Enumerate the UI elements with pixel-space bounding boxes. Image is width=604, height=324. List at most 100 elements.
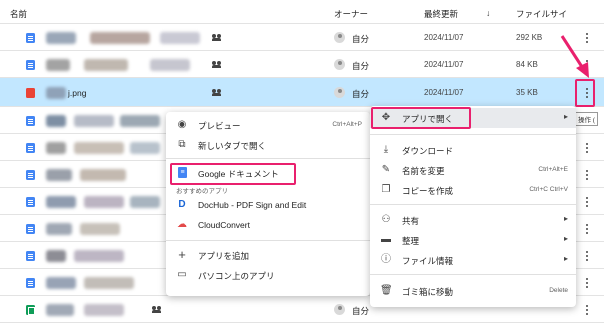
owner-text: 自分 xyxy=(352,89,370,99)
blurred-filename xyxy=(130,142,160,154)
shared-icon xyxy=(152,306,161,313)
blurred-filename xyxy=(120,115,160,127)
share-icon: ⚇ xyxy=(381,214,391,225)
chevron-right-icon: ▸ xyxy=(563,234,568,243)
blurred-filename xyxy=(46,59,70,71)
blurred-filename xyxy=(80,169,126,181)
google-docs-file-icon xyxy=(26,278,35,288)
menu-item-rename[interactable]: ✎ 名前を変更 Ctrl+Alt+E xyxy=(370,160,576,180)
more-actions-icon[interactable] xyxy=(584,169,590,181)
sort-arrow-icon[interactable]: ↓ xyxy=(486,8,490,18)
google-docs-file-icon xyxy=(26,143,35,153)
name-column-header[interactable]: 名前 xyxy=(10,8,27,20)
blurred-filename xyxy=(160,32,200,44)
dochub-icon: D xyxy=(178,199,186,210)
menu-item-computer-app[interactable]: ▭ パソコン上のアプリ xyxy=(166,265,370,285)
image-file-icon xyxy=(26,88,35,98)
menu-item-dochub[interactable]: D DocHub - PDF Sign and Edit xyxy=(166,195,370,215)
google-docs-file-icon xyxy=(26,170,35,180)
menu-divider xyxy=(370,134,576,135)
google-docs-highlight xyxy=(170,163,296,185)
menu-item-download[interactable]: ⤓ ダウンロード xyxy=(370,140,576,160)
menu-divider xyxy=(166,158,370,159)
size-column-header[interactable]: ファイルサイ xyxy=(516,8,567,20)
blurred-filename xyxy=(74,142,124,154)
menu-item-add-app[interactable]: + アプリを追加 xyxy=(166,245,370,265)
blurred-filename xyxy=(46,115,66,127)
menu-item-make-copy[interactable]: ❐ コピーを作成 Ctrl+C Ctrl+V xyxy=(370,180,576,200)
blurred-filename xyxy=(84,277,134,289)
computer-icon: ▭ xyxy=(177,269,187,280)
menu-item-cloudconvert[interactable]: ☁ CloudConvert xyxy=(166,215,370,235)
blurred-filename xyxy=(46,223,72,235)
blurred-filename xyxy=(46,304,74,316)
blurred-filename xyxy=(90,32,150,44)
blurred-filename xyxy=(46,250,66,262)
file-name: j.png xyxy=(68,88,87,98)
cloudconvert-icon: ☁ xyxy=(177,219,187,230)
blurred-filename xyxy=(46,169,72,181)
blurred-filename xyxy=(46,142,66,154)
file-row[interactable]: 自分 2024/11/07 292 KB xyxy=(0,24,604,51)
blurred-filename xyxy=(46,277,76,289)
more-actions-icon[interactable] xyxy=(584,304,590,316)
trash-icon: 🗑 xyxy=(380,285,393,296)
blurred-filename xyxy=(46,32,76,44)
chevron-right-icon: ▸ xyxy=(563,214,568,223)
file-list-header: 名前 オーナー 最終更新 ↓ ファイルサイ xyxy=(0,0,604,24)
menu-item-preview[interactable]: ◉ プレビュー Ctrl+Alt+P xyxy=(166,115,370,135)
blurred-filename xyxy=(84,304,124,316)
menu-item-open-new-tab[interactable]: ⧉ 新しいタブで開く xyxy=(166,135,370,155)
modified-column-header[interactable]: 最終更新 xyxy=(424,8,458,20)
file-size: 84 KB xyxy=(516,60,538,69)
file-size: 35 KB xyxy=(516,88,538,97)
google-docs-file-icon xyxy=(26,224,35,234)
more-actions-icon[interactable] xyxy=(584,277,590,289)
open-with-submenu: ◉ プレビュー Ctrl+Alt+P ⧉ 新しいタブで開く ≡ Google ド… xyxy=(166,112,370,296)
google-sheets-file-icon xyxy=(26,305,35,315)
menu-item-move-to-trash[interactable]: 🗑 ゴミ箱に移動 Delete xyxy=(370,281,576,301)
shared-icon xyxy=(212,34,221,41)
rename-icon: ✎ xyxy=(381,164,391,175)
google-docs-file-icon xyxy=(26,197,35,207)
annotation-arrow xyxy=(560,35,589,78)
file-size: 292 KB xyxy=(516,33,543,42)
google-docs-file-icon xyxy=(26,251,35,261)
blurred-filename xyxy=(84,59,128,71)
folder-icon: ▬ xyxy=(381,234,391,245)
copy-icon: ❐ xyxy=(381,184,391,195)
menu-divider xyxy=(370,204,576,205)
file-row[interactable]: 自分 2024/11/07 84 KB xyxy=(0,51,604,78)
download-icon: ⤓ xyxy=(383,144,389,155)
plus-icon: + xyxy=(178,247,186,262)
blurred-filename xyxy=(46,87,66,99)
info-icon: ⓘ xyxy=(381,254,391,265)
menu-item-share[interactable]: ⚇ 共有 ▸ xyxy=(370,210,576,230)
more-actions-icon[interactable] xyxy=(584,196,590,208)
file-row-selected[interactable]: j.png 自分 2024/11/07 35 KB xyxy=(0,78,604,107)
chevron-right-icon: ▸ xyxy=(563,254,568,263)
menu-item-file-info[interactable]: ⓘ ファイル情報 ▸ xyxy=(370,250,576,270)
blurred-filename xyxy=(74,250,124,262)
owner-text: 自分 xyxy=(352,34,370,44)
menu-divider xyxy=(166,240,370,241)
google-docs-file-icon xyxy=(26,60,35,70)
modified-date: 2024/11/07 xyxy=(424,60,464,69)
blurred-filename xyxy=(130,196,160,208)
blurred-filename xyxy=(74,115,114,127)
blurred-filename xyxy=(150,59,190,71)
modified-date: 2024/11/07 xyxy=(424,33,464,42)
owner-column-header[interactable]: オーナー xyxy=(334,8,368,20)
suggested-apps-heading: おすすめのアプリ xyxy=(176,188,228,195)
more-actions-icon[interactable] xyxy=(584,142,590,154)
owner-avatar-icon xyxy=(334,32,345,43)
more-actions-icon[interactable] xyxy=(584,250,590,262)
owner-avatar-icon xyxy=(334,87,345,98)
google-docs-file-icon xyxy=(26,116,35,126)
more-actions-icon[interactable] xyxy=(584,223,590,235)
tooltip: 操作 ( xyxy=(575,112,598,126)
open-new-tab-icon: ⧉ xyxy=(178,139,186,150)
owner-text: 自分 xyxy=(352,306,370,316)
menu-item-organize[interactable]: ▬ 整理 ▸ xyxy=(370,230,576,250)
owner-text: 自分 xyxy=(352,61,370,71)
